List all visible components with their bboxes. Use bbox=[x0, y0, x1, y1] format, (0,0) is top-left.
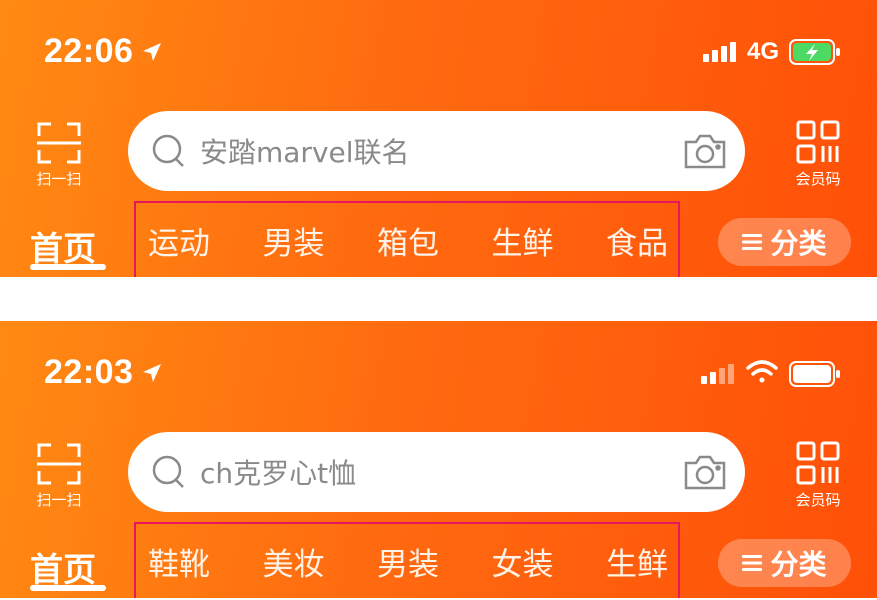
scan-icon bbox=[26, 441, 92, 487]
tab-category[interactable]: 美妆 bbox=[263, 539, 325, 584]
location-arrow-icon bbox=[141, 41, 163, 63]
battery-charging-icon bbox=[789, 39, 841, 65]
scan-label: 扫一扫 bbox=[36, 491, 82, 509]
camera-icon[interactable] bbox=[683, 453, 727, 491]
category-button-label: 分类 bbox=[770, 227, 827, 260]
member-code-icon bbox=[785, 441, 851, 487]
signal-bars-icon bbox=[701, 364, 735, 384]
category-tabs-highlight: 鞋靴 美妆 男装 女装 生鲜 bbox=[134, 522, 680, 598]
status-bar-time: 22:03 bbox=[44, 353, 163, 392]
category-menu-button[interactable]: 分类 bbox=[718, 218, 851, 266]
status-bar-indicators: 4G bbox=[702, 38, 841, 66]
tab-category[interactable]: 生鲜 bbox=[606, 539, 668, 584]
member-code-label: 会员码 bbox=[795, 491, 841, 509]
time-text: 22:03 bbox=[44, 353, 134, 391]
status-bar-indicators bbox=[701, 359, 841, 389]
menu-icon bbox=[742, 554, 763, 572]
tab-category[interactable]: 食品 bbox=[606, 218, 668, 263]
status-bar-time: 22:06 bbox=[44, 32, 163, 71]
search-icon bbox=[150, 453, 188, 491]
member-code-icon bbox=[785, 120, 851, 166]
tab-category[interactable]: 男装 bbox=[263, 218, 325, 263]
scan-icon bbox=[26, 120, 92, 166]
tab-category[interactable]: 箱包 bbox=[377, 218, 439, 263]
tab-category[interactable]: 运动 bbox=[148, 218, 210, 263]
tab-home[interactable]: 首页 bbox=[30, 222, 96, 270]
tab-category[interactable]: 生鲜 bbox=[492, 218, 554, 263]
camera-icon[interactable] bbox=[683, 132, 727, 170]
member-code-button[interactable]: 会员码 bbox=[785, 120, 851, 189]
location-arrow-icon bbox=[141, 362, 163, 384]
signal-bars-icon bbox=[702, 42, 737, 62]
search-input[interactable]: ch克罗心t恤 bbox=[200, 452, 683, 492]
search-bar[interactable]: ch克罗心t恤 bbox=[128, 432, 745, 512]
header-screen-2: 22:03 扫一扫 ch克罗心t恤 会员码 首页 鞋靴 美妆 男装 女装 生鲜 … bbox=[0, 321, 877, 598]
header-screen-1: 22:06 4G 扫一扫 安踏marvel联名 会员码 首页 运动 男装 箱包 … bbox=[0, 0, 877, 277]
menu-icon bbox=[742, 233, 763, 251]
category-menu-button[interactable]: 分类 bbox=[718, 539, 851, 587]
category-tabs-highlight: 运动 男装 箱包 生鲜 食品 bbox=[134, 201, 680, 277]
category-button-label: 分类 bbox=[770, 548, 827, 581]
tab-active-indicator bbox=[30, 585, 106, 591]
tab-category[interactable]: 男装 bbox=[377, 539, 439, 584]
search-input[interactable]: 安踏marvel联名 bbox=[200, 131, 683, 171]
scan-label: 扫一扫 bbox=[36, 170, 82, 188]
search-icon bbox=[150, 132, 188, 170]
tab-category[interactable]: 女装 bbox=[492, 539, 554, 584]
network-type: 4G bbox=[746, 38, 779, 65]
time-text: 22:06 bbox=[44, 32, 134, 70]
search-bar[interactable]: 安踏marvel联名 bbox=[128, 111, 745, 191]
member-code-button[interactable]: 会员码 bbox=[785, 441, 851, 510]
scan-button[interactable]: 扫一扫 bbox=[26, 441, 92, 510]
member-code-label: 会员码 bbox=[795, 170, 841, 188]
battery-icon bbox=[789, 361, 841, 387]
wifi-icon bbox=[745, 359, 779, 389]
tab-active-indicator bbox=[30, 264, 106, 270]
tab-category[interactable]: 鞋靴 bbox=[148, 539, 210, 584]
tab-home[interactable]: 首页 bbox=[30, 543, 96, 591]
scan-button[interactable]: 扫一扫 bbox=[26, 120, 92, 189]
